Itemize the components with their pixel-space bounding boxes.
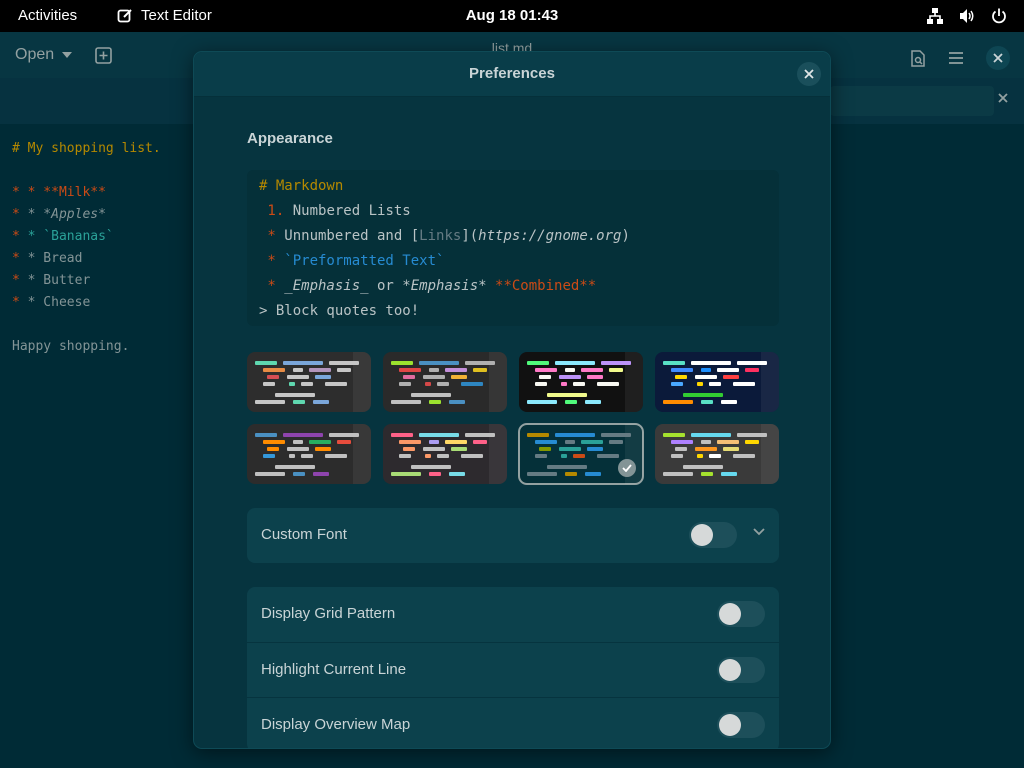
highlight-line-switch[interactable]: [717, 657, 765, 683]
style-scheme-option[interactable]: [247, 424, 371, 484]
window-close-button[interactable]: [986, 46, 1010, 70]
volume-icon[interactable]: [958, 7, 976, 25]
style-scheme-option[interactable]: [247, 352, 371, 412]
editor-line: * * **Milk**: [12, 185, 106, 200]
line-text: * Butter: [27, 273, 91, 288]
line-text: * Bread: [27, 251, 83, 266]
clock[interactable]: Aug 18 01:43: [466, 7, 559, 24]
editor-line: * * `Bananas`: [12, 229, 114, 244]
activities-button[interactable]: Activities: [18, 7, 77, 24]
style-scheme-option[interactable]: [518, 423, 644, 485]
display-options-group: Display Grid Pattern Highlight Current L…: [247, 587, 779, 748]
preview-line: * _Emphasis_ or *Emphasis* **Combined**: [259, 278, 597, 294]
chevron-down-icon: [62, 52, 73, 58]
custom-font-group: Custom Font: [247, 508, 779, 563]
preview-line: # Markdown: [259, 178, 344, 194]
editor-text[interactable]: # My shopping list. * * **Milk** * * *Ap…: [12, 138, 161, 358]
document-search-icon[interactable]: [910, 49, 926, 67]
highlight-line-row[interactable]: Highlight Current Line: [247, 642, 779, 697]
editor-line: * * Cheese: [12, 295, 91, 310]
preview-line: > Block quotes too!: [259, 303, 420, 319]
style-preview: # Markdown 1. Numbered Lists * Unnumbere…: [247, 170, 779, 326]
highlight-line-label: Highlight Current Line: [261, 661, 407, 678]
grid-pattern-row[interactable]: Display Grid Pattern: [247, 587, 779, 642]
editor-line: Happy shopping.: [12, 339, 130, 354]
open-label: Open: [15, 46, 55, 63]
grid-pattern-label: Display Grid Pattern: [261, 605, 396, 622]
search-input[interactable]: [830, 86, 994, 116]
app-name: Text Editor: [141, 7, 212, 24]
preview-line: * `Preformatted Text`: [259, 253, 445, 269]
grid-pattern-switch[interactable]: [717, 601, 765, 627]
app-menu[interactable]: Text Editor: [117, 7, 212, 24]
checkmark-icon: [618, 459, 636, 477]
open-button[interactable]: Open: [15, 46, 73, 64]
network-icon[interactable]: [926, 7, 944, 25]
close-icon: [993, 53, 1003, 63]
preview-line: * Unnumbered and [Links](https://gnome.o…: [259, 228, 630, 244]
style-scheme-option[interactable]: [383, 424, 507, 484]
dialog-header: Preferences: [194, 52, 830, 97]
new-tab-icon[interactable]: [95, 47, 112, 64]
editor-line: * * *Apples*: [12, 207, 106, 222]
style-scheme-option[interactable]: [655, 352, 779, 412]
overview-map-row[interactable]: Display Overview Map: [247, 697, 779, 748]
line-text: * **Milk**: [27, 185, 106, 200]
style-scheme-option[interactable]: [519, 352, 643, 412]
dialog-close-button[interactable]: [797, 62, 821, 86]
style-scheme-grid: [247, 352, 779, 486]
preview-line: 1. Numbered Lists: [259, 203, 411, 219]
overview-map-label: Display Overview Map: [261, 716, 411, 733]
dialog-title: Preferences: [469, 65, 555, 82]
editor-line: * * Bread: [12, 251, 83, 266]
preferences-dialog: Preferences Appearance # Markdown 1. Num…: [193, 51, 831, 749]
text-editor-icon: [117, 8, 132, 22]
style-scheme-option[interactable]: [383, 352, 507, 412]
custom-font-label: Custom Font: [261, 526, 347, 543]
overview-map-switch[interactable]: [717, 712, 765, 738]
custom-font-row[interactable]: Custom Font: [247, 508, 779, 563]
line-text: * *Apples*: [27, 207, 106, 222]
style-scheme-option[interactable]: [655, 424, 779, 484]
top-bar: Activities Text Editor Aug 18 01:43: [0, 0, 1024, 32]
close-icon[interactable]: [998, 93, 1008, 103]
editor-line: * * Butter: [12, 273, 91, 288]
editor-line: # My shopping list.: [12, 141, 161, 156]
system-tray[interactable]: [926, 7, 1008, 25]
close-icon: [804, 69, 814, 79]
line-text: * `Bananas`: [27, 229, 114, 244]
line-text: * Cheese: [27, 295, 91, 310]
chevron-down-icon[interactable]: [753, 528, 765, 536]
custom-font-switch[interactable]: [689, 522, 737, 548]
appearance-heading: Appearance: [247, 130, 333, 147]
power-icon[interactable]: [990, 7, 1008, 25]
hamburger-menu-icon[interactable]: [948, 51, 964, 65]
